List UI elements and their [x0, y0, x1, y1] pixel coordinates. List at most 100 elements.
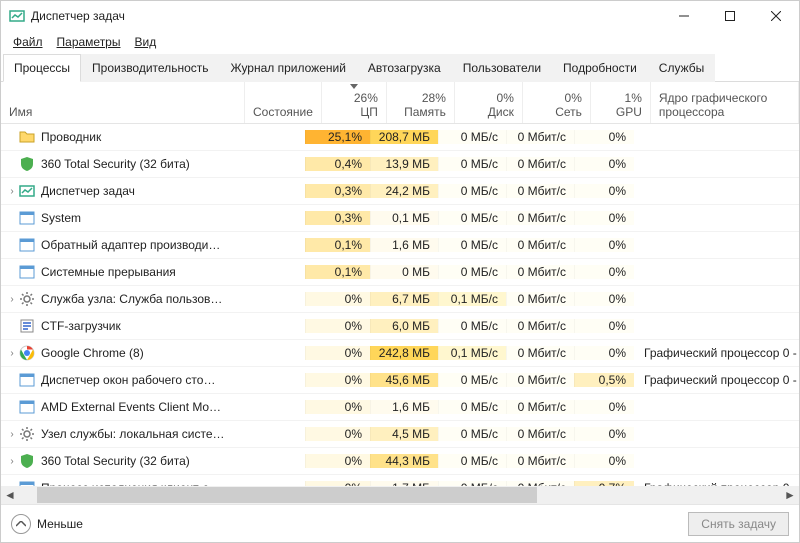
- table-row[interactable]: 360 Total Security (32 бита)0,4%13,9 МБ0…: [1, 151, 799, 178]
- cell-memory: 45,6 МБ: [370, 373, 438, 387]
- expand-icon[interactable]: ›: [5, 429, 19, 440]
- cell-disk: 0 МБ/с: [438, 265, 506, 279]
- cell-network: 0 Мбит/с: [506, 265, 574, 279]
- table-row[interactable]: ›Google Chrome (8)0%242,8 МБ0,1 МБ/с0 Мб…: [1, 340, 799, 367]
- menu-file[interactable]: Файл: [7, 33, 49, 51]
- col-network[interactable]: 0%Сеть: [523, 82, 591, 123]
- minimize-button[interactable]: [661, 1, 707, 31]
- table-row[interactable]: Проводник25,1%208,7 МБ0 МБ/с0 Мбит/с0%: [1, 124, 799, 151]
- process-name: System: [41, 211, 81, 225]
- process-icon: [19, 453, 35, 469]
- cell-network: 0 Мбит/с: [506, 454, 574, 468]
- cell-disk: 0 МБ/с: [438, 319, 506, 333]
- cell-gpu-engine: Графический процессор 0 - 3: [634, 373, 799, 387]
- cell-gpu: 0%: [574, 130, 634, 144]
- cell-disk: 0,1 МБ/с: [438, 346, 506, 360]
- col-disk[interactable]: 0%Диск: [455, 82, 523, 123]
- table-row[interactable]: › 360 Total Security (32 бита) 0%44,3 МБ 0 …: [1, 448, 799, 475]
- cell-memory: 44,3 МБ: [370, 454, 438, 468]
- scrollbar-thumb[interactable]: [37, 487, 537, 503]
- tab-performance[interactable]: Производительность: [81, 54, 219, 82]
- cell-memory: 4,5 МБ: [370, 427, 438, 441]
- process-name: Диспетчер окон рабочего сто…: [41, 373, 215, 387]
- table-row[interactable]: Обратный адаптер производи…0,1%1,6 МБ0 М…: [1, 232, 799, 259]
- col-gpu[interactable]: 1%GPU: [591, 82, 651, 123]
- menubar: Файл Параметры Вид: [1, 31, 799, 53]
- cell-gpu: 0%: [574, 292, 634, 306]
- cell-memory: 24,2 МБ: [370, 184, 438, 198]
- table-row[interactable]: Процесс исполнения клиент-с…0%1,7 МБ0 МБ…: [1, 475, 799, 486]
- table-row[interactable]: Диспетчер окон рабочего сто…0%45,6 МБ0 М…: [1, 367, 799, 394]
- table-row[interactable]: ›Диспетчер задач0,3%24,2 МБ0 МБ/с0 Мбит/…: [1, 178, 799, 205]
- cell-memory: 1,6 МБ: [370, 400, 438, 414]
- cell-cpu: 25,1%: [305, 130, 370, 144]
- cell-cpu: 0,4%: [305, 157, 370, 171]
- table-row[interactable]: › Служба узла: Служба пользов… 0% 6,7 МБ0,1…: [1, 286, 799, 313]
- grid-header: Имя Состояние 26%ЦП 28%Память 0%Диск 0%С…: [1, 82, 799, 124]
- process-name: 360 Total Security (32 бита): [41, 454, 190, 468]
- tab-users[interactable]: Пользователи: [452, 54, 552, 82]
- cell-memory: 0 МБ: [370, 265, 438, 279]
- expand-icon[interactable]: ›: [5, 456, 19, 467]
- cell-disk: 0 МБ/с: [438, 184, 506, 198]
- table-row[interactable]: Системные прерывания0,1%0 МБ0 МБ/с0 Мбит…: [1, 259, 799, 286]
- process-name: 360 Total Security (32 бита): [41, 157, 190, 171]
- col-memory[interactable]: 28%Память: [387, 82, 455, 123]
- table-row[interactable]: ›Узел службы: локальная систе…0%4,5 МБ0 …: [1, 421, 799, 448]
- fewer-details-button[interactable]: Меньше: [11, 514, 83, 534]
- col-gpu-engine[interactable]: Ядро графического процессора: [651, 82, 799, 123]
- tab-details[interactable]: Подробности: [552, 54, 648, 82]
- window-title: Диспетчер задач: [31, 9, 661, 23]
- table-row[interactable]: AMD External Events Client Mo…0%1,6 МБ0 …: [1, 394, 799, 421]
- cell-memory: 6,7 МБ: [370, 292, 438, 306]
- col-cpu[interactable]: 26%ЦП: [322, 82, 387, 123]
- process-name: Обратный адаптер производи…: [41, 238, 220, 252]
- process-icon: [19, 237, 35, 253]
- tab-services[interactable]: Службы: [648, 54, 715, 82]
- cell-cpu: 0,3%: [305, 184, 370, 198]
- cell-network: 0 Мбит/с: [506, 184, 574, 198]
- col-state[interactable]: Состояние: [245, 82, 322, 123]
- col-name[interactable]: Имя: [1, 82, 245, 123]
- expand-icon[interactable]: ›: [5, 348, 19, 359]
- expand-icon[interactable]: ›: [5, 186, 19, 197]
- process-name: Служба узла: Служба пользов…: [41, 292, 222, 306]
- tab-startup[interactable]: Автозагрузка: [357, 54, 452, 82]
- end-task-button[interactable]: Снять задачу: [688, 512, 789, 536]
- cell-memory: 13,9 МБ: [370, 157, 438, 171]
- cell-memory: 208,7 МБ: [370, 130, 438, 144]
- tab-processes[interactable]: Процессы: [3, 54, 81, 82]
- process-icon: [19, 291, 35, 307]
- cell-cpu: 0%: [305, 346, 370, 360]
- tab-apphistory[interactable]: Журнал приложений: [220, 54, 357, 82]
- scroll-right-icon[interactable]: ►: [781, 486, 799, 504]
- process-icon: [19, 426, 35, 442]
- close-button[interactable]: [753, 1, 799, 31]
- cell-memory: 242,8 МБ: [370, 346, 438, 360]
- menu-options[interactable]: Параметры: [51, 33, 127, 51]
- maximize-button[interactable]: [707, 1, 753, 31]
- process-name: AMD External Events Client Mo…: [41, 400, 221, 414]
- cell-network: 0 Мбит/с: [506, 373, 574, 387]
- tabs: Процессы Производительность Журнал прило…: [1, 53, 799, 82]
- grid-body[interactable]: Проводник25,1%208,7 МБ0 МБ/с0 Мбит/с0% 36…: [1, 124, 799, 486]
- titlebar: Диспетчер задач: [1, 1, 799, 31]
- process-name: Системные прерывания: [41, 265, 176, 279]
- cell-cpu: 0%: [305, 427, 370, 441]
- menu-view[interactable]: Вид: [128, 33, 162, 51]
- table-row[interactable]: CTF-загрузчик0%6,0 МБ0 МБ/с0 Мбит/с0%: [1, 313, 799, 340]
- cell-gpu: 0%: [574, 238, 634, 252]
- app-icon: [9, 8, 25, 24]
- horizontal-scrollbar[interactable]: ◄ ►: [1, 486, 799, 504]
- cell-network: 0 Мбит/с: [506, 157, 574, 171]
- cell-disk: 0 МБ/с: [438, 157, 506, 171]
- cell-disk: 0,1 МБ/с: [438, 292, 506, 306]
- expand-icon[interactable]: ›: [5, 294, 19, 305]
- cell-cpu: 0%: [305, 454, 370, 468]
- scroll-left-icon[interactable]: ◄: [1, 486, 19, 504]
- fewer-details-label: Меньше: [37, 517, 83, 531]
- cell-cpu: 0,1%: [305, 238, 370, 252]
- table-row[interactable]: System0,3%0,1 МБ0 МБ/с0 Мбит/с0%: [1, 205, 799, 232]
- cell-cpu: 0%: [305, 319, 370, 333]
- process-name: Google Chrome (8): [41, 346, 144, 360]
